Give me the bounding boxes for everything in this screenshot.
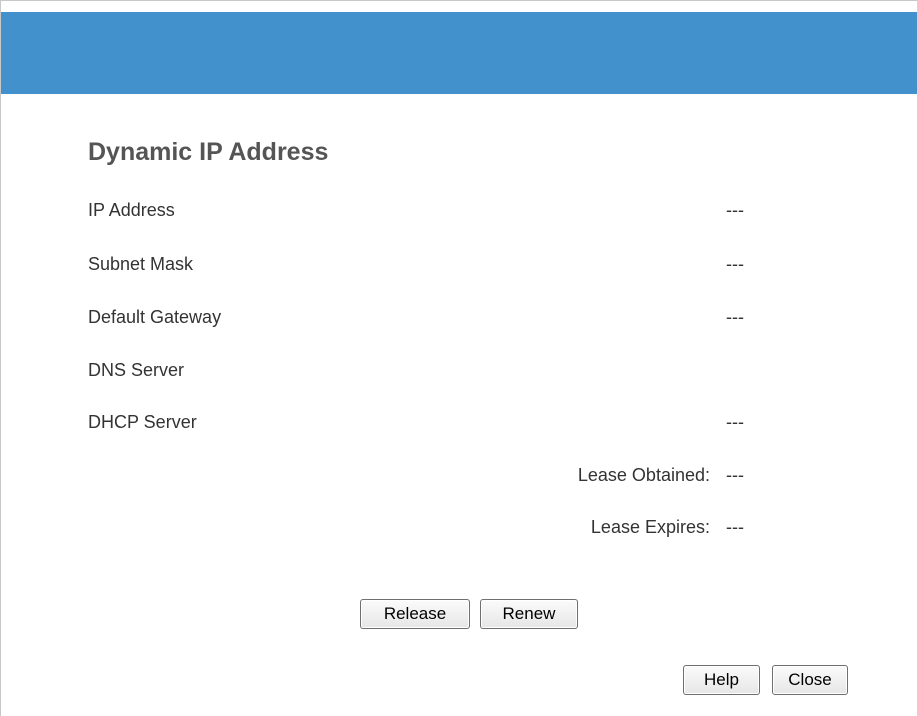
close-button[interactable]: Close: [772, 665, 848, 695]
header-bar: [1, 12, 917, 94]
subnet-mask-label: Subnet Mask: [88, 254, 194, 274]
dns-server-label: DNS Server: [88, 360, 185, 380]
default-gateway-label: Default Gateway: [88, 307, 222, 327]
default-gateway-value: ---: [726, 307, 744, 327]
dhcp-server-value: ---: [726, 412, 744, 432]
help-button[interactable]: Help: [683, 665, 760, 695]
dhcp-server-label: DHCP Server: [88, 412, 197, 432]
lease-expires-value: ---: [726, 517, 744, 537]
release-button[interactable]: Release: [360, 599, 470, 629]
lease-obtained-value: ---: [726, 465, 744, 485]
lease-expires-label: Lease Expires:: [590, 517, 710, 537]
ip-address-value: ---: [726, 200, 744, 220]
lease-obtained-label: Lease Obtained:: [577, 465, 710, 485]
ip-address-label: IP Address: [88, 200, 175, 220]
renew-button[interactable]: Renew: [480, 599, 578, 629]
subnet-mask-value: ---: [726, 254, 744, 274]
page-title: Dynamic IP Address: [88, 138, 329, 166]
